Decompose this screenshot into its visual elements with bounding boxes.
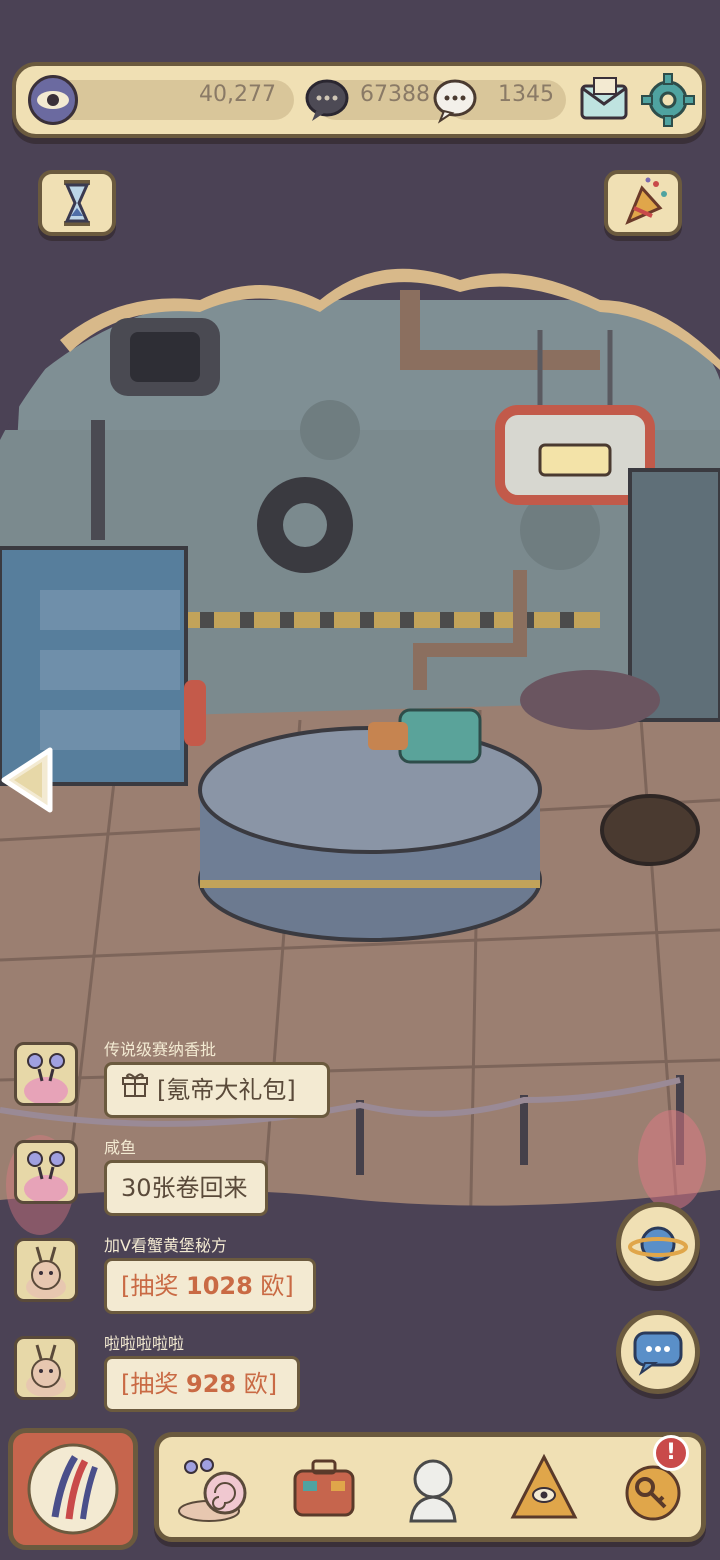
lottery-prefix: [抽奖 [121, 1272, 186, 1300]
pyramid-nav-button[interactable] [503, 1451, 585, 1527]
notification-badge: ! [653, 1435, 689, 1471]
hourglass-button[interactable] [38, 170, 116, 236]
planet-icon [628, 1226, 688, 1262]
hourglass-icon [64, 180, 90, 226]
chat-username: 咸鱼 [104, 1138, 137, 1157]
chat-message-text: [氪帝大礼包] [157, 1076, 296, 1104]
chat-message-bubble[interactable]: 30张卷回来 [104, 1160, 268, 1216]
planet-button[interactable] [616, 1202, 700, 1286]
chat-message-bubble[interactable]: [抽奖 1028 欧] [104, 1258, 316, 1314]
party-popper-icon [625, 177, 667, 225]
chat-message-bubble[interactable]: [抽奖 928 欧] [104, 1356, 300, 1412]
dark-speech-bubble-icon [302, 75, 352, 125]
cooldown-feather-button[interactable] [8, 1428, 138, 1550]
light-speech-bubble-icon [430, 75, 480, 125]
snail-nav-button[interactable] [173, 1451, 255, 1527]
chat-avatar[interactable] [14, 1042, 78, 1106]
lottery-suffix: 欧] [252, 1272, 294, 1300]
lottery-amount: 1028 [186, 1272, 253, 1300]
gear-icon[interactable] [640, 72, 696, 128]
chat-avatar[interactable] [14, 1336, 78, 1400]
chat-message-bubble[interactable]: [氪帝大礼包] [104, 1062, 330, 1118]
bottom-nav-bar: ! [154, 1432, 706, 1542]
chat-button[interactable] [616, 1310, 700, 1394]
chat-username: 加V看蟹黄堡秘方 [104, 1236, 227, 1255]
chat-bubble-icon [633, 1331, 683, 1376]
back-arrow-button[interactable] [0, 742, 60, 818]
lottery-amount: 928 [186, 1370, 237, 1398]
eye-resource-value: 40,277 [199, 82, 276, 107]
lottery-prefix: [抽奖 [121, 1370, 186, 1398]
light-bubble-resource-value: 1345 [498, 82, 554, 107]
dark-bubble-resource-value: 67388 [360, 82, 430, 107]
party-button[interactable] [604, 170, 682, 236]
chat-message-text: 30张卷回来 [121, 1174, 248, 1202]
mail-icon[interactable] [576, 72, 632, 128]
chat-username: 啦啦啦啦啦 [104, 1334, 185, 1353]
feather-icon [27, 1443, 119, 1535]
statue-icon [409, 1459, 457, 1523]
chat-avatar[interactable] [14, 1140, 78, 1204]
pyramid-eye-icon [510, 1453, 578, 1519]
gift-icon [121, 1066, 149, 1116]
chat-username: 传说级赛纳香批 [104, 1040, 217, 1059]
eye-icon [28, 75, 78, 125]
statue-nav-button[interactable] [393, 1451, 475, 1527]
chat-avatar[interactable] [14, 1238, 78, 1302]
snail-icon [178, 1458, 247, 1522]
lottery-suffix: 欧] [236, 1370, 278, 1398]
resource-bar: 40,277 67388 1345 [12, 62, 706, 138]
back-arrow-icon [1, 747, 53, 813]
suitcase-icon [293, 1459, 355, 1517]
suitcase-nav-button[interactable] [283, 1451, 365, 1527]
